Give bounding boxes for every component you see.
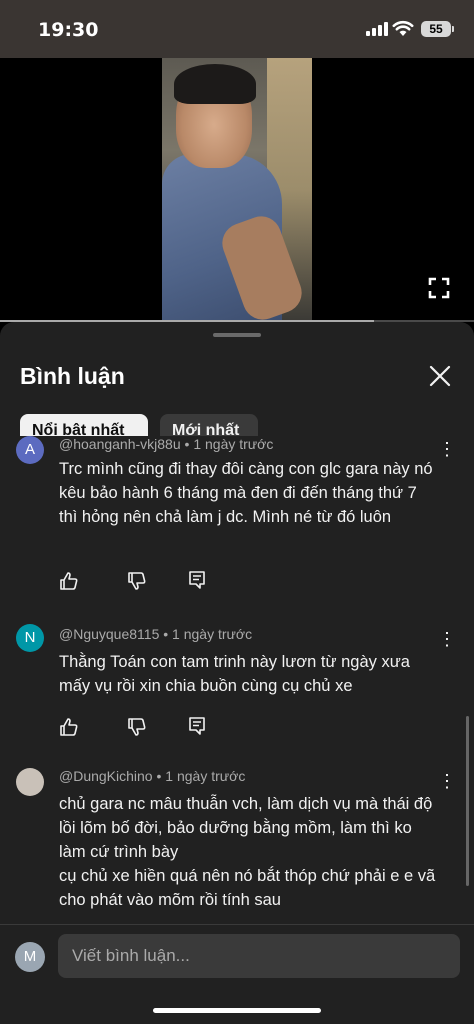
- comment-meta: @Nguyque8115 • 1 ngày trước: [59, 626, 252, 642]
- status-time: 19:30: [38, 19, 99, 41]
- like-icon[interactable]: [59, 717, 79, 737]
- cellular-signal-icon: [366, 22, 388, 36]
- battery-icon: 55: [421, 21, 451, 37]
- comment-composer: M: [0, 924, 474, 1024]
- dislike-icon[interactable]: [127, 717, 147, 737]
- comment-text: Trc mình cũng đi thay đôi càng con glc g…: [59, 460, 433, 526]
- comments-list: A @hoanganh-vkj88u • 1 ngày trước ⋮ Trc …: [0, 436, 474, 924]
- avatar[interactable]: N: [16, 624, 44, 652]
- comment-text: Thằng Toán con tam trinh này lươn từ ngà…: [59, 653, 410, 695]
- comment-author[interactable]: @DungKichino: [59, 768, 153, 784]
- battery-level: 55: [429, 22, 443, 36]
- more-options-icon[interactable]: ⋮: [438, 440, 456, 458]
- reply-icon[interactable]: [187, 570, 207, 590]
- more-options-icon[interactable]: ⋮: [438, 630, 456, 648]
- home-indicator: [153, 1008, 321, 1013]
- video-frame: [162, 58, 312, 322]
- comment-author[interactable]: @Nguyque8115: [59, 626, 159, 642]
- status-bar: 19:30 55: [0, 0, 474, 58]
- comment-input[interactable]: [58, 934, 460, 978]
- drag-handle[interactable]: [213, 333, 261, 337]
- dislike-icon[interactable]: [127, 571, 147, 591]
- wifi-icon: [392, 20, 414, 36]
- fullscreen-icon[interactable]: [428, 277, 450, 299]
- comment-time: 1 ngày trước: [165, 768, 246, 784]
- comment-time: 1 ngày trước: [193, 436, 274, 452]
- comments-sheet: Bình luận Nổi bật nhất Mới nhất A @hoang…: [0, 322, 474, 1024]
- comments-scrollbar[interactable]: [466, 716, 469, 886]
- avatar[interactable]: [16, 768, 44, 796]
- my-avatar[interactable]: M: [15, 942, 45, 972]
- battery-cap: [452, 26, 454, 32]
- comment-meta: @hoanganh-vkj88u • 1 ngày trước: [59, 436, 273, 452]
- comment-time: 1 ngày trước: [172, 626, 253, 642]
- close-icon[interactable]: [426, 362, 454, 390]
- comment-author[interactable]: @hoanganh-vkj88u: [59, 436, 181, 452]
- video-player[interactable]: [0, 58, 474, 322]
- comment-text: chủ gara nc mâu thuẫn vch, làm dịch vụ m…: [59, 795, 436, 909]
- meta-separator: •: [156, 768, 162, 784]
- comment-meta: @DungKichino • 1 ngày trước: [59, 768, 245, 784]
- avatar[interactable]: A: [16, 436, 44, 464]
- meta-separator: •: [184, 436, 190, 452]
- like-icon[interactable]: [59, 571, 79, 591]
- sheet-title: Bình luận: [20, 363, 125, 389]
- meta-separator: •: [163, 626, 169, 642]
- reply-icon[interactable]: [187, 716, 207, 736]
- more-options-icon[interactable]: ⋮: [438, 772, 456, 790]
